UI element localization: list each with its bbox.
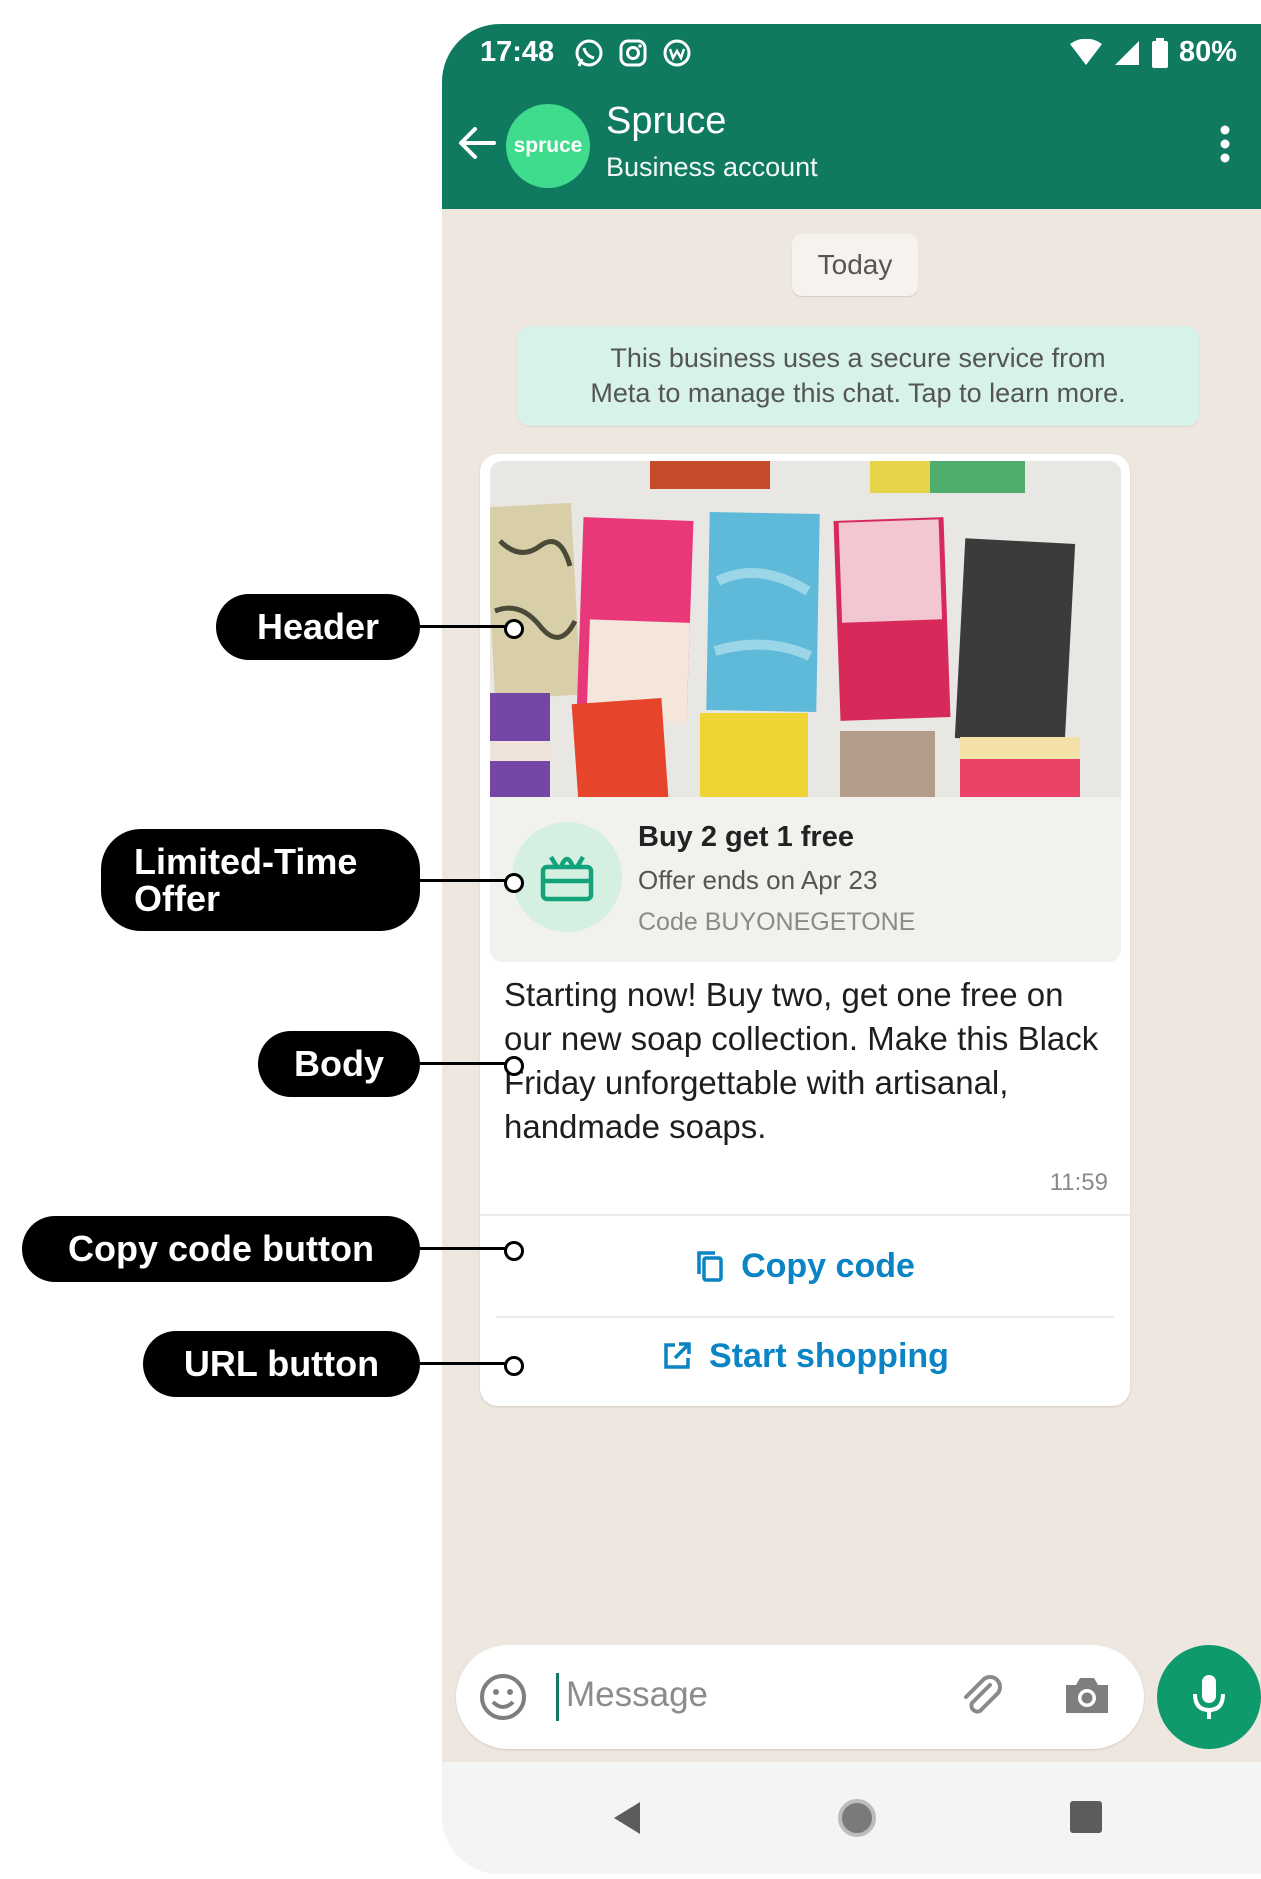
annotation-connector — [420, 879, 512, 882]
annotation-connector — [420, 1362, 512, 1365]
message-body: Starting now! Buy two, get one free on o… — [504, 976, 1099, 1145]
annotation-copy-code-button: Copy code button — [22, 1216, 420, 1282]
microphone-icon — [1193, 1675, 1225, 1719]
whatsapp-icon — [575, 39, 603, 67]
copy-icon — [697, 1251, 723, 1282]
annotation-body: Body — [258, 1031, 420, 1097]
avatar[interactable]: spruce — [506, 104, 590, 188]
nav-back-icon[interactable] — [612, 1800, 642, 1836]
nav-home-icon[interactable] — [837, 1798, 877, 1838]
emoji-icon[interactable] — [478, 1672, 528, 1722]
annotation-offer-line-1: Limited-Time — [134, 841, 358, 882]
phone-screen: 17:48 80% spruce Spruce Business account… — [442, 24, 1261, 1874]
annotation-connector — [420, 1247, 512, 1250]
annotation-limited-time-offer: Limited-Time Offer — [101, 829, 420, 931]
annotation-dot — [504, 873, 524, 893]
battery-percent: 80% — [1178, 36, 1237, 68]
offer-expiry: Offer ends on Apr 23 — [638, 865, 878, 895]
offer-title: Buy 2 get 1 free — [638, 821, 854, 853]
cellular-signal-icon — [1114, 40, 1139, 65]
date-chip: Today — [792, 234, 918, 296]
nav-recents-icon[interactable] — [1069, 1800, 1103, 1834]
annotation-connector — [420, 625, 512, 628]
message-input[interactable]: Message — [566, 1675, 708, 1715]
offer-code: Code BUYONEGETONE — [638, 908, 916, 936]
gift-icon-badge — [512, 822, 622, 932]
system-message-line-2: Meta to manage this chat. Tap to learn m… — [590, 378, 1126, 408]
message-timestamp: 11:59 — [1049, 1169, 1108, 1196]
paperclip-icon[interactable] — [956, 1671, 1006, 1721]
gift-icon — [540, 855, 594, 902]
instagram-icon — [619, 39, 647, 67]
system-navigation-bar — [442, 1762, 1261, 1874]
message-bubble: Buy 2 get 1 free Offer ends on Apr 23 Co… — [480, 454, 1130, 1406]
back-arrow-icon[interactable] — [456, 124, 498, 162]
annotation-offer-line-2: Offer — [134, 878, 221, 919]
annotation-dot — [504, 1241, 524, 1261]
chat-area: Today This business uses a secure servic… — [442, 209, 1261, 1759]
system-message-line-1: This business uses a secure service from — [610, 343, 1106, 373]
chat-title[interactable]: Spruce — [606, 100, 726, 143]
battery-icon — [1151, 37, 1168, 68]
status-notification-icons — [572, 36, 694, 70]
threads-icon — [663, 39, 691, 67]
chat-subtitle: Business account — [606, 152, 818, 182]
annotation-dot — [504, 1056, 524, 1076]
header-image[interactable] — [490, 461, 1121, 797]
camera-icon[interactable] — [1062, 1673, 1112, 1717]
mic-button[interactable] — [1157, 1645, 1261, 1749]
annotation-dot — [504, 619, 524, 639]
copy-code-label: Copy code — [741, 1246, 915, 1285]
message-input-bar: Message — [456, 1645, 1144, 1749]
status-time: 17:48 — [480, 36, 555, 68]
wifi-icon — [1069, 38, 1102, 65]
text-cursor — [556, 1673, 559, 1721]
more-options-icon[interactable] — [1219, 124, 1231, 164]
start-shopping-button[interactable]: Start shopping — [480, 1306, 1130, 1406]
external-link-icon — [664, 1342, 691, 1369]
copy-code-button[interactable]: Copy code — [480, 1216, 1130, 1316]
annotation-header: Header — [216, 594, 420, 660]
app-bar: 17:48 80% spruce Spruce Business account — [442, 24, 1261, 209]
limited-time-offer: Buy 2 get 1 free Offer ends on Apr 23 Co… — [490, 797, 1121, 962]
annotation-dot — [504, 1356, 524, 1376]
start-shopping-label: Start shopping — [709, 1336, 949, 1375]
soap-bars-photo — [490, 461, 1121, 797]
status-right-group: 80% — [1069, 36, 1237, 69]
annotation-url-button: URL button — [143, 1331, 420, 1397]
system-message[interactable]: This business uses a secure service from… — [517, 326, 1199, 426]
annotation-connector — [420, 1062, 512, 1065]
